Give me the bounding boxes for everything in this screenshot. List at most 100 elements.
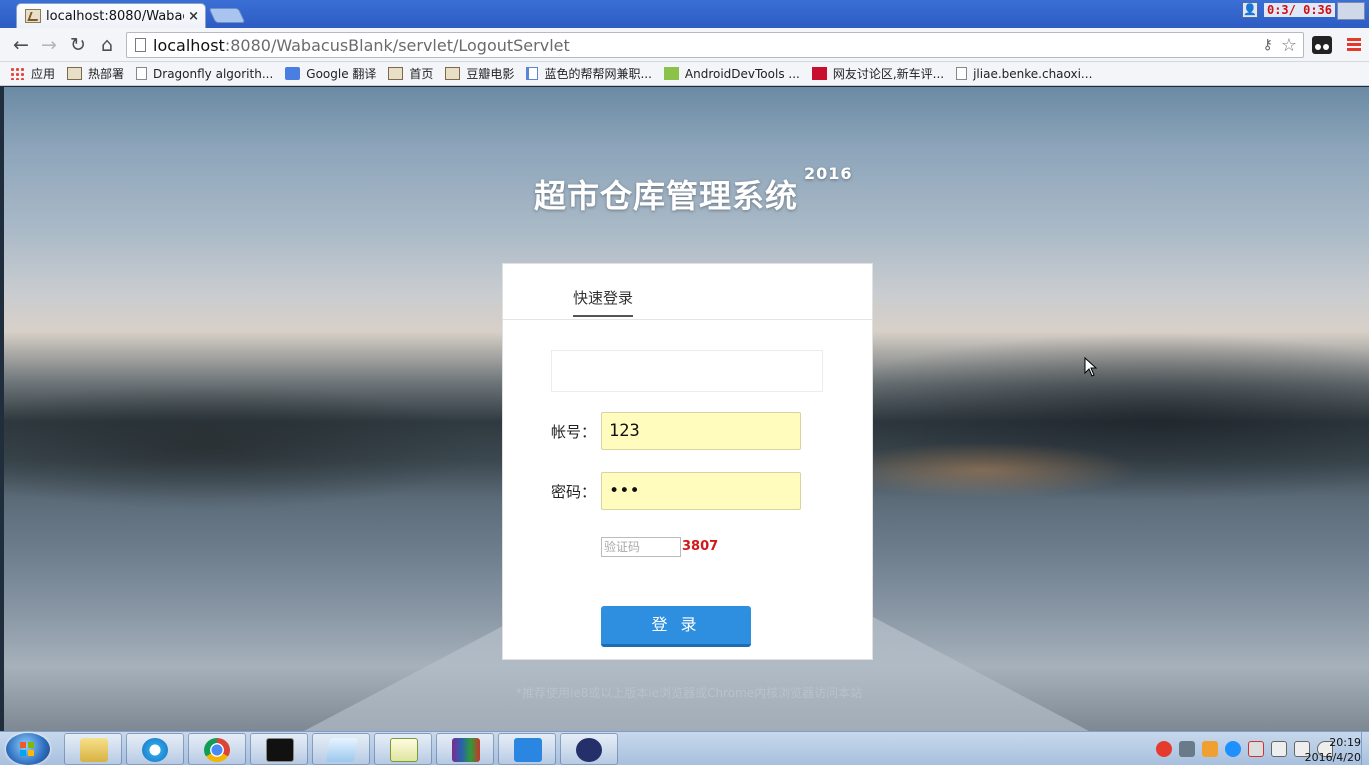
bookmark-label: 应用: [31, 67, 56, 81]
taskbar-app-cmd[interactable]: [250, 733, 308, 765]
tab-title: localhost:8080/Wabacus: [46, 8, 184, 24]
title-year: 2016: [804, 164, 853, 184]
page-title: 超市仓库管理系统2016: [534, 164, 853, 217]
browser-tab[interactable]: localhost:8080/Wabacus ×: [16, 3, 206, 28]
page-icon: [956, 67, 968, 80]
bookmark-item[interactable]: Dragonfly algorith...: [136, 67, 273, 81]
page-icon: [136, 67, 148, 80]
window-controls: 👤 0:3/ 0:36: [1241, 2, 1335, 18]
taskbar-app-notepadpp[interactable]: [374, 733, 432, 765]
eclipse-icon: [576, 738, 602, 762]
notepad-icon: [325, 738, 359, 762]
clock-time: 20:19: [1329, 736, 1361, 749]
new-tab-button[interactable]: [208, 8, 246, 23]
captcha-input[interactable]: 验证码: [601, 537, 681, 557]
security-icon[interactable]: [1202, 741, 1218, 757]
system-clock[interactable]: 20:19 2016/4/20: [1305, 735, 1361, 765]
key-icon[interactable]: ⚷: [1263, 37, 1273, 53]
message-box: [551, 350, 823, 392]
weibo-icon[interactable]: [1156, 741, 1172, 757]
bar-icon: [526, 67, 539, 80]
mouse-cursor-icon: [1084, 357, 1098, 377]
browser-tabstrip: localhost:8080/Wabacus × 👤 0:3/ 0:36: [0, 0, 1369, 28]
taskbar-app-explorer[interactable]: [64, 733, 122, 765]
device-icon[interactable]: [1271, 741, 1287, 757]
bookmark-label: 豆瓣电影: [466, 67, 515, 81]
bookmark-label: jliae.benke.chaoxi...: [973, 66, 1093, 81]
taskbar-app-winrar[interactable]: [436, 733, 494, 765]
notepad-plus-icon: [390, 738, 418, 762]
taskbar-app-wps[interactable]: [498, 733, 556, 765]
close-tab-icon[interactable]: ×: [188, 9, 199, 24]
page-background: 超市仓库管理系统2016 快速登录 帐号： 123 密码： ••• 验证码 38…: [4, 87, 1369, 731]
user-profile-icon[interactable]: 👤: [1241, 2, 1258, 18]
start-button[interactable]: [6, 733, 50, 765]
wps-icon: [514, 738, 542, 762]
browser-tray-icon[interactable]: [1225, 741, 1241, 757]
account-label: 帐号：: [551, 422, 597, 441]
extension-icon[interactable]: [1312, 36, 1332, 54]
bookmark-star-icon[interactable]: ☆: [1281, 35, 1297, 56]
url-text[interactable]: localhost:8080/WabacusBlank/servlet/Logo…: [153, 36, 570, 55]
taskbar-app-eclipse[interactable]: [560, 733, 618, 765]
cmd-icon: [266, 738, 294, 762]
bookmark-item[interactable]: jliae.benke.chaoxi...: [956, 67, 1092, 81]
login-tabs: 快速登录: [503, 264, 872, 320]
password-input[interactable]: •••: [601, 472, 801, 510]
browser-hint-text: *推荐使用ie8或以上版本ie浏览器或Chrome内核浏览器访问本站: [516, 686, 863, 700]
show-desktop-button[interactable]: [1361, 732, 1369, 765]
bookmarks-bar: 应用 热部署 Dragonfly algorith... Google 翻译 首…: [0, 62, 1369, 86]
page-icon: [135, 38, 146, 52]
tab-quick-login[interactable]: 快速登录: [573, 287, 634, 317]
bookmark-label: 热部署: [88, 67, 125, 81]
taskbar-app-notepad[interactable]: [312, 733, 370, 765]
bookmark-item[interactable]: 豆瓣电影: [445, 65, 514, 82]
home-icon[interactable]: ⌂: [96, 34, 118, 56]
back-arrow-icon[interactable]: ←: [10, 34, 32, 56]
bookmark-item[interactable]: 首页: [388, 65, 433, 82]
address-bar[interactable]: localhost:8080/WabacusBlank/servlet/Logo…: [126, 32, 1304, 58]
captcha-code[interactable]: 3807: [682, 539, 718, 554]
bookmark-label: Google 翻译: [306, 67, 377, 81]
bookmark-label: AndroidDevTools ...: [684, 66, 800, 81]
system-title: 超市仓库管理系统: [534, 177, 799, 215]
taskbar: 20:19 2016/4/20: [0, 731, 1369, 765]
bookmark-label: 首页: [409, 67, 434, 81]
password-row: 密码： •••: [551, 472, 801, 510]
bookmark-label: 网友讨论区,新车评...: [832, 67, 945, 81]
image-icon: [67, 67, 83, 80]
recording-timer: 0:3/ 0:36: [1263, 3, 1335, 17]
bookmark-item[interactable]: 蓝色的帮帮网兼职...: [526, 65, 652, 82]
bookmark-apps[interactable]: 应用: [10, 65, 55, 82]
image-icon: [445, 67, 461, 80]
password-label: 密码：: [551, 482, 597, 501]
login-card: 快速登录 帐号： 123 密码： ••• 验证码 3807 登 录: [502, 263, 873, 660]
android-icon: [663, 67, 679, 80]
bookmark-item[interactable]: Google 翻译: [285, 65, 376, 82]
network-tool-icon[interactable]: [1179, 741, 1195, 757]
login-button[interactable]: 登 录: [601, 606, 751, 647]
360-browser-icon: [142, 738, 168, 762]
taskbar-app-chrome[interactable]: [188, 733, 246, 765]
bookmark-label: Dragonfly algorith...: [153, 66, 274, 81]
forward-arrow-icon[interactable]: →: [38, 34, 60, 56]
bookmark-label: 蓝色的帮帮网兼职...: [544, 67, 652, 81]
bookmark-item[interactable]: AndroidDevTools ...: [663, 66, 800, 81]
browser-toolbar: ← → ↻ ⌂ localhost:8080/WabacusBlank/serv…: [0, 28, 1369, 62]
account-input[interactable]: 123: [601, 412, 801, 450]
url-host: localhost: [153, 35, 225, 55]
taskbar-app-360[interactable]: [126, 733, 184, 765]
flag-icon[interactable]: [1248, 741, 1264, 757]
winrar-icon: [452, 738, 480, 762]
menu-icon[interactable]: [1347, 38, 1361, 52]
forum-icon: [811, 67, 827, 80]
file-explorer-icon: [80, 738, 108, 762]
bookmark-item[interactable]: 网友讨论区,新车评...: [811, 65, 945, 82]
reload-icon[interactable]: ↻: [67, 34, 89, 56]
page-favicon-icon: [25, 9, 41, 23]
clock-date: 2016/4/20: [1304, 751, 1361, 764]
chrome-icon: [204, 738, 230, 762]
account-row: 帐号： 123: [551, 412, 801, 450]
bookmark-item[interactable]: 热部署: [67, 65, 124, 82]
window-close-button[interactable]: [1337, 2, 1365, 20]
